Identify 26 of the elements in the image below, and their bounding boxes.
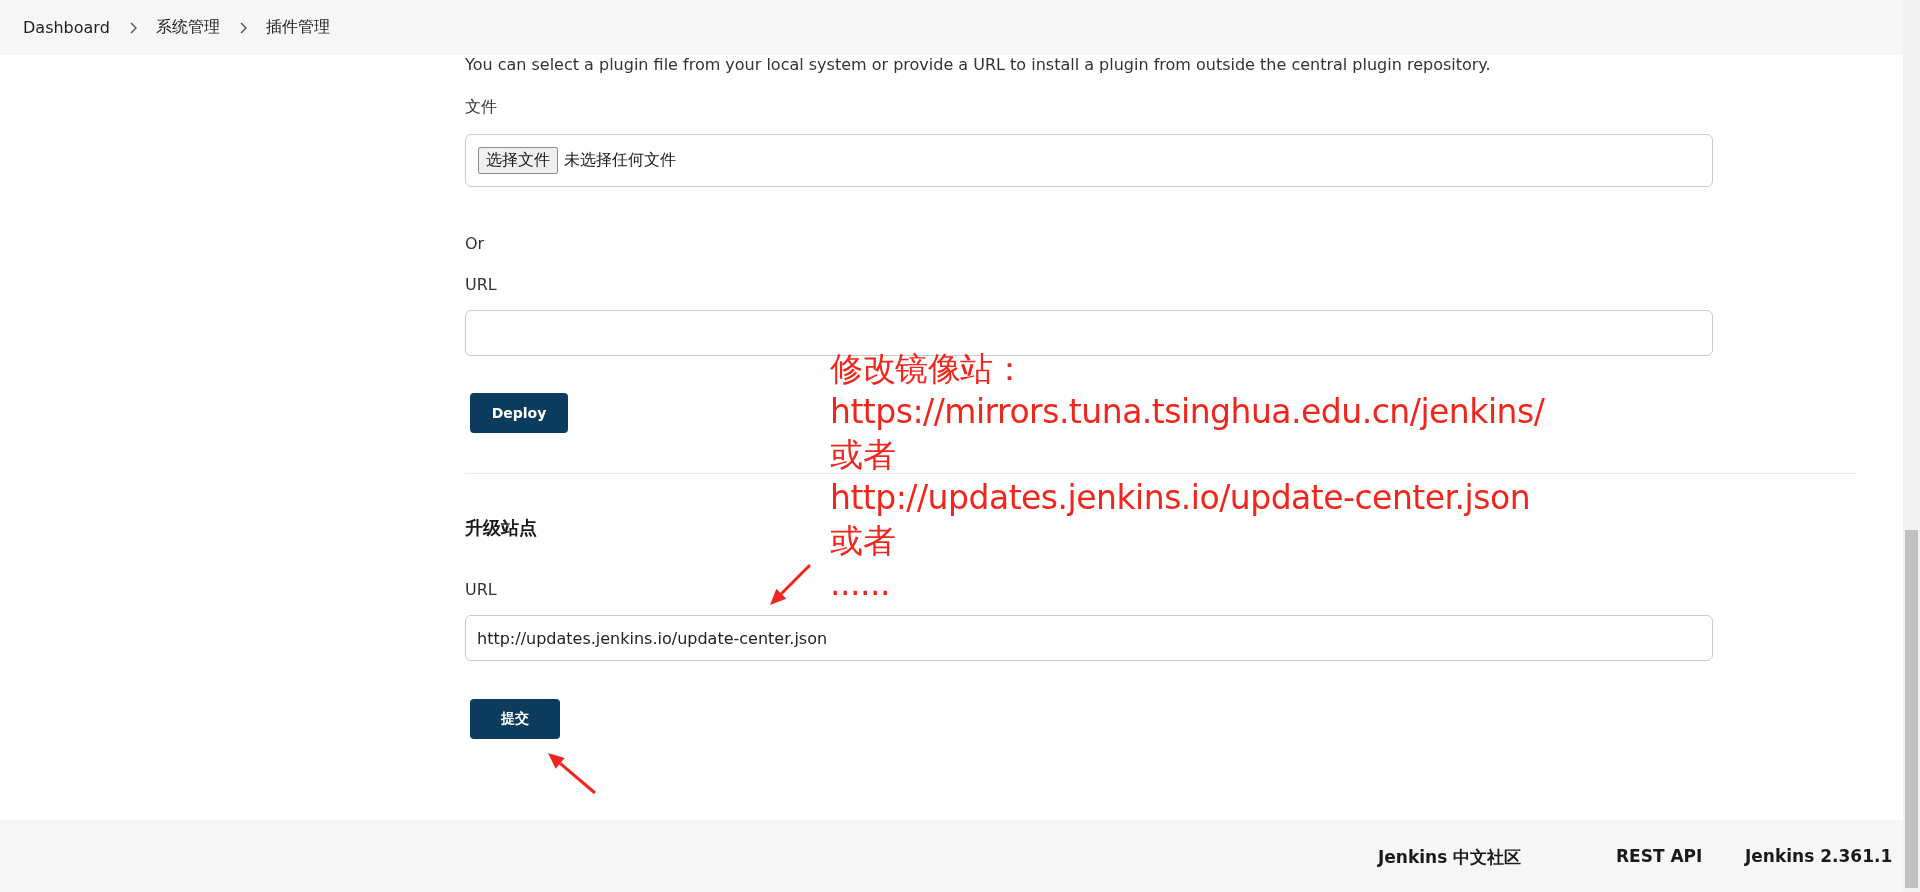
- scrollbar[interactable]: [1903, 0, 1920, 892]
- or-label: Or: [465, 234, 485, 253]
- file-status-text: 未选择任何文件: [564, 150, 676, 171]
- footer-link[interactable]: REST API: [1616, 846, 1703, 866]
- field-label: URL: [465, 275, 497, 294]
- annotation-text: 或者: [830, 434, 895, 476]
- choose-file-button[interactable]: 选择文件: [478, 147, 558, 174]
- annotation-text: 或者: [830, 520, 895, 562]
- deploy-button[interactable]: Deploy: [470, 393, 568, 433]
- scrollbar-thumb[interactable]: [1905, 530, 1918, 888]
- file-field[interactable]: 选择文件 未选择任何文件: [465, 134, 1713, 187]
- footer-link[interactable]: Jenkins 中文社区: [1378, 846, 1522, 869]
- url-field[interactable]: http://updates.jenkins.io/update-center.json: [465, 615, 1713, 661]
- annotation-text: http://updates.jenkins.io/update-center.json: [830, 477, 1531, 519]
- breadcrumb-link[interactable]: Dashboard: [23, 18, 110, 37]
- annotation-text: 修改镜像站：: [830, 348, 1025, 390]
- breadcrumb-link[interactable]: 插件管理: [265, 17, 330, 38]
- breadcrumb-link[interactable]: 系统管理: [155, 17, 220, 38]
- footer-link[interactable]: Jenkins 2.361.1: [1745, 846, 1893, 866]
- submit-button[interactable]: 提交: [470, 699, 560, 739]
- section-heading: 升级站点: [465, 516, 537, 540]
- annotation-text: ......: [830, 563, 890, 605]
- field-label: 文件: [465, 97, 497, 118]
- annotation-text: https://mirrors.tuna.tsinghua.edu.cn/jenkins/: [830, 391, 1545, 433]
- description-text: You can select a plugin file from your local system or provide a URL to install a plugin from outside the central plugin repository.: [465, 55, 1491, 75]
- field-label: URL: [465, 580, 497, 599]
